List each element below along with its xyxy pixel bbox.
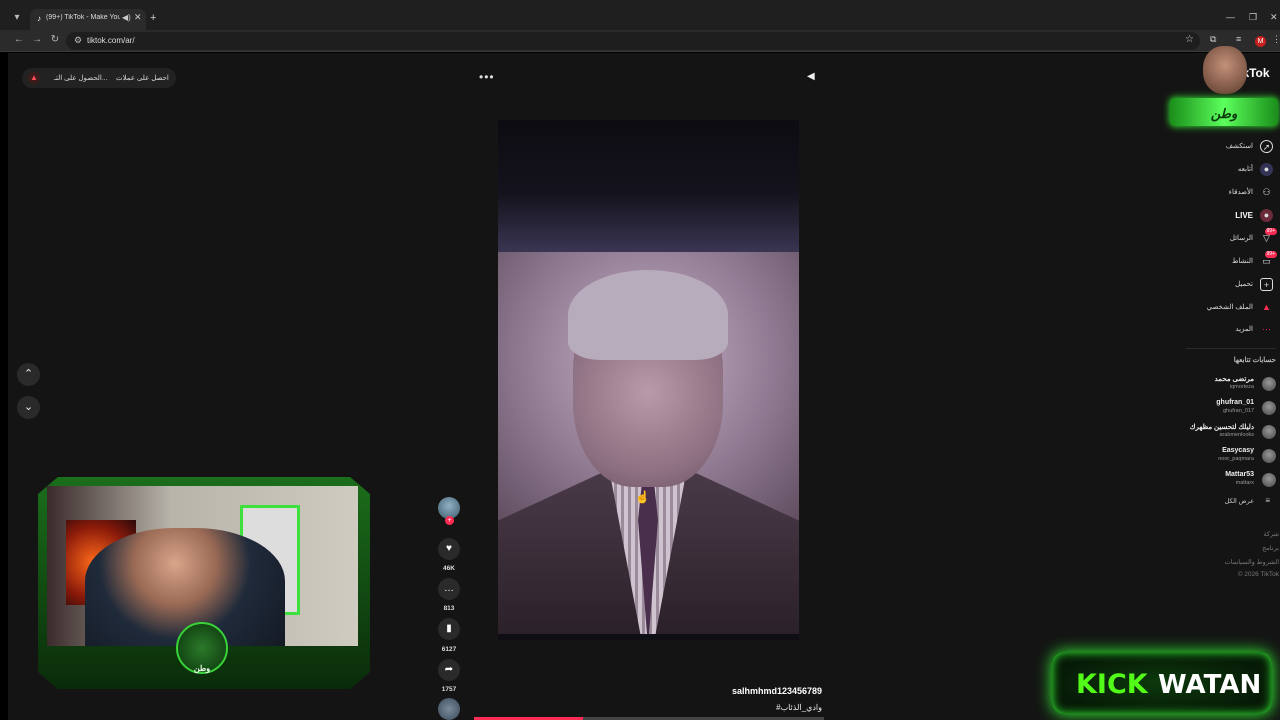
video-author[interactable]: salhmhmd123456789: [620, 686, 822, 696]
extensions-icon[interactable]: ⧉: [1210, 34, 1216, 45]
activity-badge: 99+: [1264, 251, 1277, 258]
footer-copyright: © 2026 TikTok: [1237, 571, 1279, 578]
followed-account[interactable]: ghufran_01 ghufran_017: [1170, 398, 1280, 418]
follow-plus-icon[interactable]: +: [445, 516, 454, 525]
get-coins-link[interactable]: احصل على عملات: [116, 74, 169, 82]
sidebar-item-profile[interactable]: الملف الشخصي ▲: [1157, 300, 1277, 316]
sidebar-item-explore[interactable]: استكشف ➚: [1157, 139, 1277, 155]
footer-link[interactable]: الشروط والسياسات: [1225, 558, 1279, 566]
following-icon: ●: [1260, 163, 1273, 176]
bookmark-star-icon[interactable]: ☆: [1185, 34, 1194, 45]
sidebar-item-more[interactable]: المزيد ···: [1157, 322, 1277, 338]
site-info-icon[interactable]: ⚙: [74, 35, 82, 46]
volume-icon[interactable]: ◀: [807, 71, 817, 83]
more-icon: ···: [1262, 324, 1271, 334]
bookmark-icon[interactable]: ▮: [438, 618, 460, 640]
share-icon[interactable]: ➦: [438, 659, 460, 681]
watan-text: WATAN: [1158, 670, 1262, 700]
streamer-avatar: [1203, 46, 1247, 94]
upload-icon: +: [1260, 278, 1273, 291]
footer-link[interactable]: برنامج: [1262, 544, 1279, 552]
top-actions-pill: ▲ الحصول على التـ... احصل على عملات: [22, 68, 176, 88]
audio-playing-icon[interactable]: ◀): [122, 13, 131, 22]
comment-icon[interactable]: …: [438, 578, 460, 600]
sidebar-item-upload[interactable]: تحميل +: [1157, 277, 1277, 293]
sidebar-item-activity[interactable]: النشاط ▭ 99+: [1157, 251, 1277, 270]
tab-search-icon[interactable]: ▾: [10, 11, 24, 25]
get-app-link[interactable]: الحصول على التـ...: [54, 74, 108, 82]
browser-tab[interactable]: ♪ (99+) TikTok - Make Your D... ◀) ✕: [30, 9, 146, 30]
account-avatar: [1262, 473, 1276, 487]
kick-logo-text: KICK: [1076, 669, 1148, 700]
streamer-badge-text: وطن: [193, 664, 211, 673]
profile-icon: ▲: [1262, 302, 1271, 312]
media-icon[interactable]: ≡: [1236, 34, 1241, 44]
sidebar-item-following[interactable]: أتابعه ●: [1157, 162, 1277, 178]
browser-menu-icon[interactable]: ⋮: [1272, 34, 1280, 45]
sound-disc-icon[interactable]: [438, 698, 460, 720]
previous-video-icon[interactable]: ⌃: [17, 363, 40, 386]
video-player[interactable]: [498, 120, 799, 640]
followed-account[interactable]: Mattar53 mattarx: [1170, 470, 1280, 490]
sidebar-item-live[interactable]: LIVE ●: [1157, 208, 1277, 224]
video-hashtag[interactable]: #وادي_الذئاب: [620, 703, 822, 712]
followed-account[interactable]: مرتضى محمد iqmorteza: [1170, 374, 1280, 394]
friends-icon: ⚇: [1262, 187, 1271, 197]
compass-icon: ➚: [1260, 140, 1273, 153]
tiktok-favicon-icon: ♪: [37, 14, 41, 23]
account-avatar: [1262, 377, 1276, 391]
tab-title: (99+) TikTok - Make Your D...: [46, 14, 120, 21]
account-avatar: [1262, 425, 1276, 439]
sidebar-divider: [1186, 348, 1276, 349]
minimize-icon[interactable]: —: [1226, 12, 1235, 22]
footer-link[interactable]: شركة: [1263, 530, 1279, 538]
live-icon: ●: [1260, 209, 1273, 222]
sidebar-item-messages[interactable]: الرسائل ▽ 99+: [1157, 228, 1277, 247]
browser-toolbar: ← → ↻ ⚙ tiktok.com/ar/ ☆: [0, 30, 1280, 52]
see-all-link[interactable]: عرض الكل ≡: [1200, 496, 1276, 508]
url-text[interactable]: tiktok.com/ar/: [87, 36, 135, 45]
mouse-cursor-icon: ☝: [635, 490, 650, 504]
followed-account[interactable]: Easycasy noor_paqmara: [1170, 446, 1280, 466]
messages-badge: 99+: [1264, 228, 1277, 235]
tiktok-app-icon[interactable]: ▲: [28, 72, 40, 84]
sidebar-item-friends[interactable]: الأصدقاء ⚇: [1157, 185, 1277, 201]
maximize-icon[interactable]: ❐: [1249, 12, 1257, 23]
followed-account[interactable]: دليلك لتحسين مظهرك arabmenlooks: [1170, 422, 1280, 442]
window-close-icon[interactable]: ✕: [1270, 12, 1278, 23]
comment-count: 813: [443, 605, 455, 612]
share-count: 1757: [441, 686, 457, 693]
more-options-icon[interactable]: •••: [479, 70, 495, 84]
tab-close-icon[interactable]: ✕: [134, 12, 142, 23]
following-accounts-heading: حسابات تتابعها: [1233, 357, 1276, 364]
browser-tab-bar: ▾ ♪ (99+) TikTok - Make Your D... ◀) ✕ +…: [0, 0, 1280, 30]
account-avatar: [1262, 401, 1276, 415]
new-tab-icon[interactable]: +: [150, 11, 156, 25]
like-count: 46K: [443, 565, 455, 572]
address-bar[interactable]: ⚙ tiktok.com/ar/ ☆: [66, 32, 1200, 50]
reload-icon[interactable]: ↻: [48, 34, 62, 45]
save-count: 6127: [441, 646, 457, 653]
account-avatar: [1262, 449, 1276, 463]
like-icon[interactable]: ♥: [438, 538, 460, 560]
next-video-icon[interactable]: ⌄: [17, 396, 40, 419]
streamer-banner-text: وطن: [1210, 106, 1238, 121]
video-frame-image: [498, 252, 799, 634]
profile-avatar[interactable]: M: [1255, 36, 1266, 47]
forward-icon[interactable]: →: [30, 34, 44, 45]
back-icon[interactable]: ←: [12, 34, 26, 45]
list-icon: ≡: [1265, 496, 1270, 505]
